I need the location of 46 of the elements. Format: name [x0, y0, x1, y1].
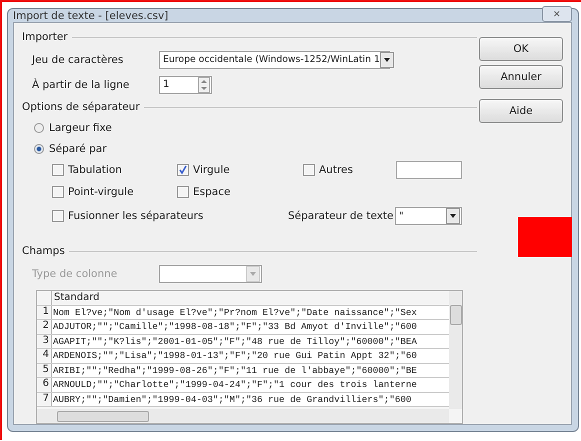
- spin-field[interactable]: 1: [159, 76, 212, 94]
- dialog-button[interactable]: Annuler: [479, 65, 563, 89]
- window-title: Import de texte - [eleves.csv]: [13, 10, 168, 22]
- table-cell: ARDENOIS;"";"Lisa";"1998-01-13";"F";"20 rue Gui Patin Appt 32";"60: [52, 350, 417, 362]
- row-number: 4: [37, 349, 52, 362]
- table-cell: AGAPIT;"";"K?lis";"2001-01-05";"F";"48 rue de Tilloy";"60000";"BEA: [52, 336, 417, 347]
- table-cell: ARNOULD;"";"Charlotte";"1999-04-24";"F";"1 cour des trois lanterne: [52, 379, 417, 390]
- table-cell: ARIBI;"";"Redha";"1999-08-26";"F";"11 rue de l'abbaye";"60000";"BE: [52, 364, 417, 376]
- spinner-arrows-icon: [198, 76, 210, 92]
- field-label: Séparateur de texte: [288, 210, 395, 222]
- dialog-button[interactable]: Aide: [479, 99, 563, 123]
- checkbox-option[interactable]: Tabulation: [52, 161, 177, 179]
- caret-icon: [380, 52, 394, 68]
- redaction-block: [518, 217, 572, 257]
- row-number: 2: [37, 320, 52, 334]
- field-label: Type de colonne: [32, 268, 118, 280]
- column-header[interactable]: Standard: [52, 292, 100, 304]
- row-number: 5: [37, 364, 52, 377]
- other-separator-field[interactable]: [396, 161, 462, 179]
- dialog-button[interactable]: OK: [479, 37, 563, 61]
- section-title: Options de séparateur: [22, 101, 140, 113]
- column-type-dropdown[interactable]: [159, 264, 262, 282]
- table-cell: Nom El?ve;"Nom d'usage El?ve";"Pr?nom El?ve";"Date naissance";"Sex: [52, 306, 417, 318]
- caret-icon: [446, 208, 460, 224]
- field-label: À partir de la ligne: [32, 78, 130, 90]
- field-label: Jeu de caractères: [32, 54, 124, 66]
- text-separator-dropdown[interactable]: ": [395, 207, 462, 225]
- vertical-scrollbar[interactable]: [449, 291, 462, 409]
- checkbox-option[interactable]: Fusionner les séparateurs: [52, 207, 288, 225]
- checkbox-option[interactable]: Point-virgule: [52, 183, 177, 201]
- section-title: Importer: [22, 31, 68, 43]
- row-number: 6: [37, 378, 52, 392]
- close-button[interactable]: ✕: [542, 6, 572, 22]
- checkbox-option[interactable]: Espace: [177, 183, 303, 201]
- row-number: 7: [37, 392, 52, 406]
- table-cell: AUBRY;"";"Damien";"1999-04-03";"M";"36 rue de Grandvilliers";"600: [52, 394, 412, 405]
- checkbox-option[interactable]: Autres: [303, 161, 396, 179]
- radio-option[interactable]: Séparé par: [22, 138, 477, 159]
- row-number: 3: [37, 334, 52, 348]
- section-title: Champs: [22, 245, 65, 257]
- row-number: 1: [37, 306, 52, 319]
- table-cell: ADJUTOR;"";"Camille";"1998-08-18";"F";"33 Bd Amyot d'Inville";"600: [52, 321, 417, 332]
- checkbox-option[interactable]: Virgule: [177, 161, 303, 179]
- caret-icon: [246, 266, 260, 282]
- radio-option[interactable]: Largeur fixe: [22, 117, 477, 138]
- horizontal-scrollbar[interactable]: [37, 409, 449, 423]
